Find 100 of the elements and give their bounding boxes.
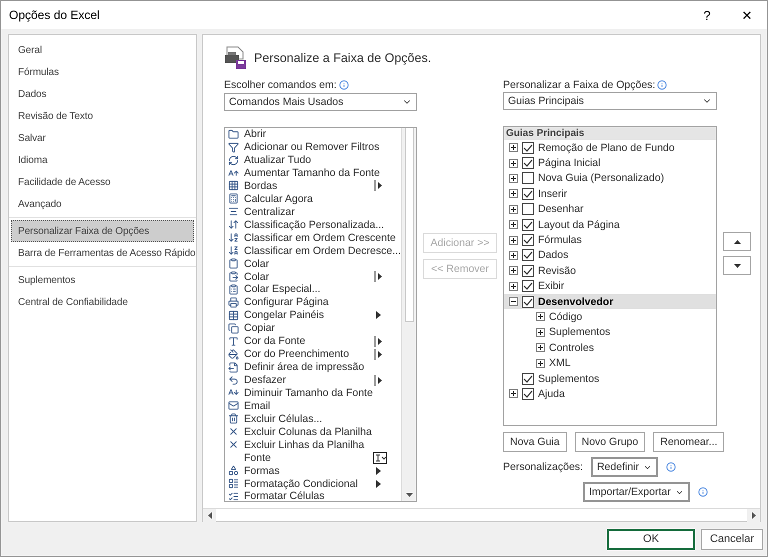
- sidebar-item[interactable]: Suplementos: [11, 269, 194, 291]
- checkbox[interactable]: [522, 203, 534, 216]
- ribbon-tab-item[interactable]: Dados: [504, 248, 716, 264]
- expand-icon[interactable]: [536, 312, 545, 322]
- checkbox[interactable]: [522, 264, 534, 277]
- ribbon-group-item[interactable]: XML: [504, 355, 716, 371]
- sidebar-item[interactable]: Avançado: [11, 193, 194, 215]
- sidebar-item[interactable]: Revisão de Texto: [11, 105, 194, 127]
- ribbon-tab-item[interactable]: Suplementos: [504, 370, 716, 386]
- command-item[interactable]: Excluir Colunas da Planilha: [225, 425, 401, 438]
- ribbon-tab-item[interactable]: Remoção de Plano de Fundo: [504, 140, 716, 156]
- ribbon-action-button[interactable]: Nova Guia: [503, 432, 567, 452]
- ribbon-tab-item[interactable]: Fórmulas: [504, 232, 716, 248]
- expand-icon[interactable]: [536, 343, 545, 352]
- command-item[interactable]: Bordas: [225, 180, 401, 192]
- ribbon-group-item[interactable]: Suplementos: [504, 324, 716, 340]
- command-item[interactable]: Copiar: [225, 322, 401, 335]
- command-item[interactable]: Aumentar Tamanho da Fonte: [225, 166, 401, 180]
- expand-icon[interactable]: [509, 266, 518, 276]
- command-item[interactable]: Congelar Painéis: [225, 308, 401, 322]
- expand-icon[interactable]: [536, 328, 545, 337]
- horizontal-scrollbar[interactable]: [203, 508, 760, 521]
- expand-icon[interactable]: [509, 389, 518, 398]
- checkbox[interactable]: [522, 188, 534, 200]
- command-item[interactable]: Colar: [225, 270, 401, 283]
- command-item[interactable]: Abrir: [225, 128, 401, 141]
- command-item[interactable]: Formatar Células: [225, 490, 401, 501]
- ribbon-tab-item[interactable]: Inserir: [504, 186, 716, 202]
- command-item[interactable]: Excluir Células...: [225, 412, 401, 426]
- command-item[interactable]: Cor do Preenchimento: [225, 348, 401, 361]
- checkbox[interactable]: [522, 172, 534, 184]
- expand-icon[interactable]: [509, 282, 518, 291]
- reset-dropdown-button[interactable]: Redefinir: [590, 457, 658, 477]
- expand-icon[interactable]: [509, 250, 518, 260]
- scrollbar[interactable]: [401, 128, 416, 501]
- command-item[interactable]: Colar: [225, 257, 401, 270]
- import-export-dropdown-button[interactable]: Importar/Exportar: [583, 482, 690, 502]
- ribbon-tab-item[interactable]: Ajuda: [504, 386, 716, 402]
- scroll-right-icon[interactable]: [752, 512, 756, 518]
- help-button[interactable]: ?: [687, 1, 727, 29]
- ribbon-action-button[interactable]: Renomear...: [653, 432, 724, 452]
- command-item[interactable]: Formas: [225, 464, 401, 478]
- expand-icon[interactable]: [509, 174, 518, 183]
- scroll-down-icon[interactable]: [406, 492, 412, 497]
- ribbon-group-item[interactable]: Controles: [504, 340, 716, 356]
- command-item[interactable]: Configurar Página: [225, 296, 401, 309]
- checkbox[interactable]: [522, 280, 534, 292]
- sidebar-item[interactable]: Dados: [11, 83, 194, 105]
- command-item[interactable]: Centralizar: [225, 205, 401, 218]
- checkbox[interactable]: [522, 296, 534, 308]
- ribbon-tab-item[interactable]: Revisão: [504, 263, 716, 278]
- command-item[interactable]: Definir área de impressão: [225, 360, 401, 374]
- ribbon-tab-item[interactable]: Exibir: [504, 278, 716, 294]
- command-item[interactable]: Classificação Personalizada...: [225, 218, 401, 232]
- checkbox[interactable]: [522, 157, 534, 170]
- sidebar-item[interactable]: Facilidade de Acesso: [11, 171, 194, 193]
- sidebar-item[interactable]: Geral: [11, 39, 194, 61]
- cancel-button[interactable]: Cancelar: [701, 528, 763, 550]
- ribbon-tab-item[interactable]: Desenvolvedor: [504, 294, 716, 310]
- expand-icon[interactable]: [509, 143, 518, 152]
- checkbox[interactable]: [522, 249, 534, 262]
- command-item[interactable]: Cor da Fonte: [225, 334, 401, 348]
- ok-button[interactable]: OK: [607, 528, 695, 550]
- checkbox[interactable]: [522, 372, 534, 385]
- checkbox[interactable]: [522, 234, 534, 246]
- expand-icon[interactable]: [536, 358, 545, 368]
- command-item[interactable]: Diminuir Tamanho da Fonte: [225, 386, 401, 400]
- sidebar-item[interactable]: Barra de Ferramentas de Acesso Rápido: [11, 242, 194, 264]
- checkbox[interactable]: [522, 218, 534, 231]
- ribbon-action-button[interactable]: Novo Grupo: [574, 432, 646, 452]
- ribbon-group-item[interactable]: Código: [504, 309, 716, 325]
- commands-dropdown[interactable]: Comandos Mais Usados: [224, 92, 417, 111]
- expand-icon[interactable]: [509, 158, 518, 168]
- command-item[interactable]: Email: [225, 399, 401, 412]
- command-item[interactable]: Colar Especial...: [225, 283, 401, 296]
- command-item[interactable]: Calcular Agora: [225, 192, 401, 206]
- expand-icon[interactable]: [509, 236, 518, 244]
- command-item[interactable]: Atualizar Tudo: [225, 154, 401, 167]
- checkbox[interactable]: [522, 142, 534, 154]
- sidebar-item[interactable]: Idioma: [11, 149, 194, 171]
- command-item[interactable]: Classificar em Ordem Decresce...: [225, 244, 401, 258]
- sidebar-item[interactable]: Salvar: [11, 127, 194, 149]
- command-item[interactable]: Fonte: [225, 451, 401, 464]
- collapse-icon[interactable]: [509, 297, 518, 306]
- command-item[interactable]: Formatação Condicional: [225, 477, 401, 490]
- close-button[interactable]: ✕: [727, 1, 767, 29]
- ribbon-tab-item[interactable]: Layout da Página: [504, 216, 716, 232]
- command-item[interactable]: Excluir Linhas da Planilha: [225, 438, 401, 452]
- ribbon-tab-item[interactable]: Desenhar: [504, 202, 716, 217]
- ribbon-tab-item[interactable]: Nova Guia (Personalizado): [504, 170, 716, 186]
- expand-icon[interactable]: [509, 220, 518, 230]
- scroll-left-icon[interactable]: [208, 512, 212, 518]
- command-item[interactable]: Adicionar ou Remover Filtros: [225, 140, 401, 154]
- command-item[interactable]: Classificar em Ordem Crescente: [225, 231, 401, 244]
- sidebar-item[interactable]: Central de Confiabilidade: [11, 291, 194, 313]
- sidebar-item[interactable]: Fórmulas: [11, 61, 194, 83]
- move-up-button[interactable]: [723, 232, 751, 251]
- ribbon-dropdown[interactable]: Guias Principais: [503, 92, 717, 110]
- checkbox[interactable]: [522, 388, 534, 400]
- expand-icon[interactable]: [509, 204, 518, 214]
